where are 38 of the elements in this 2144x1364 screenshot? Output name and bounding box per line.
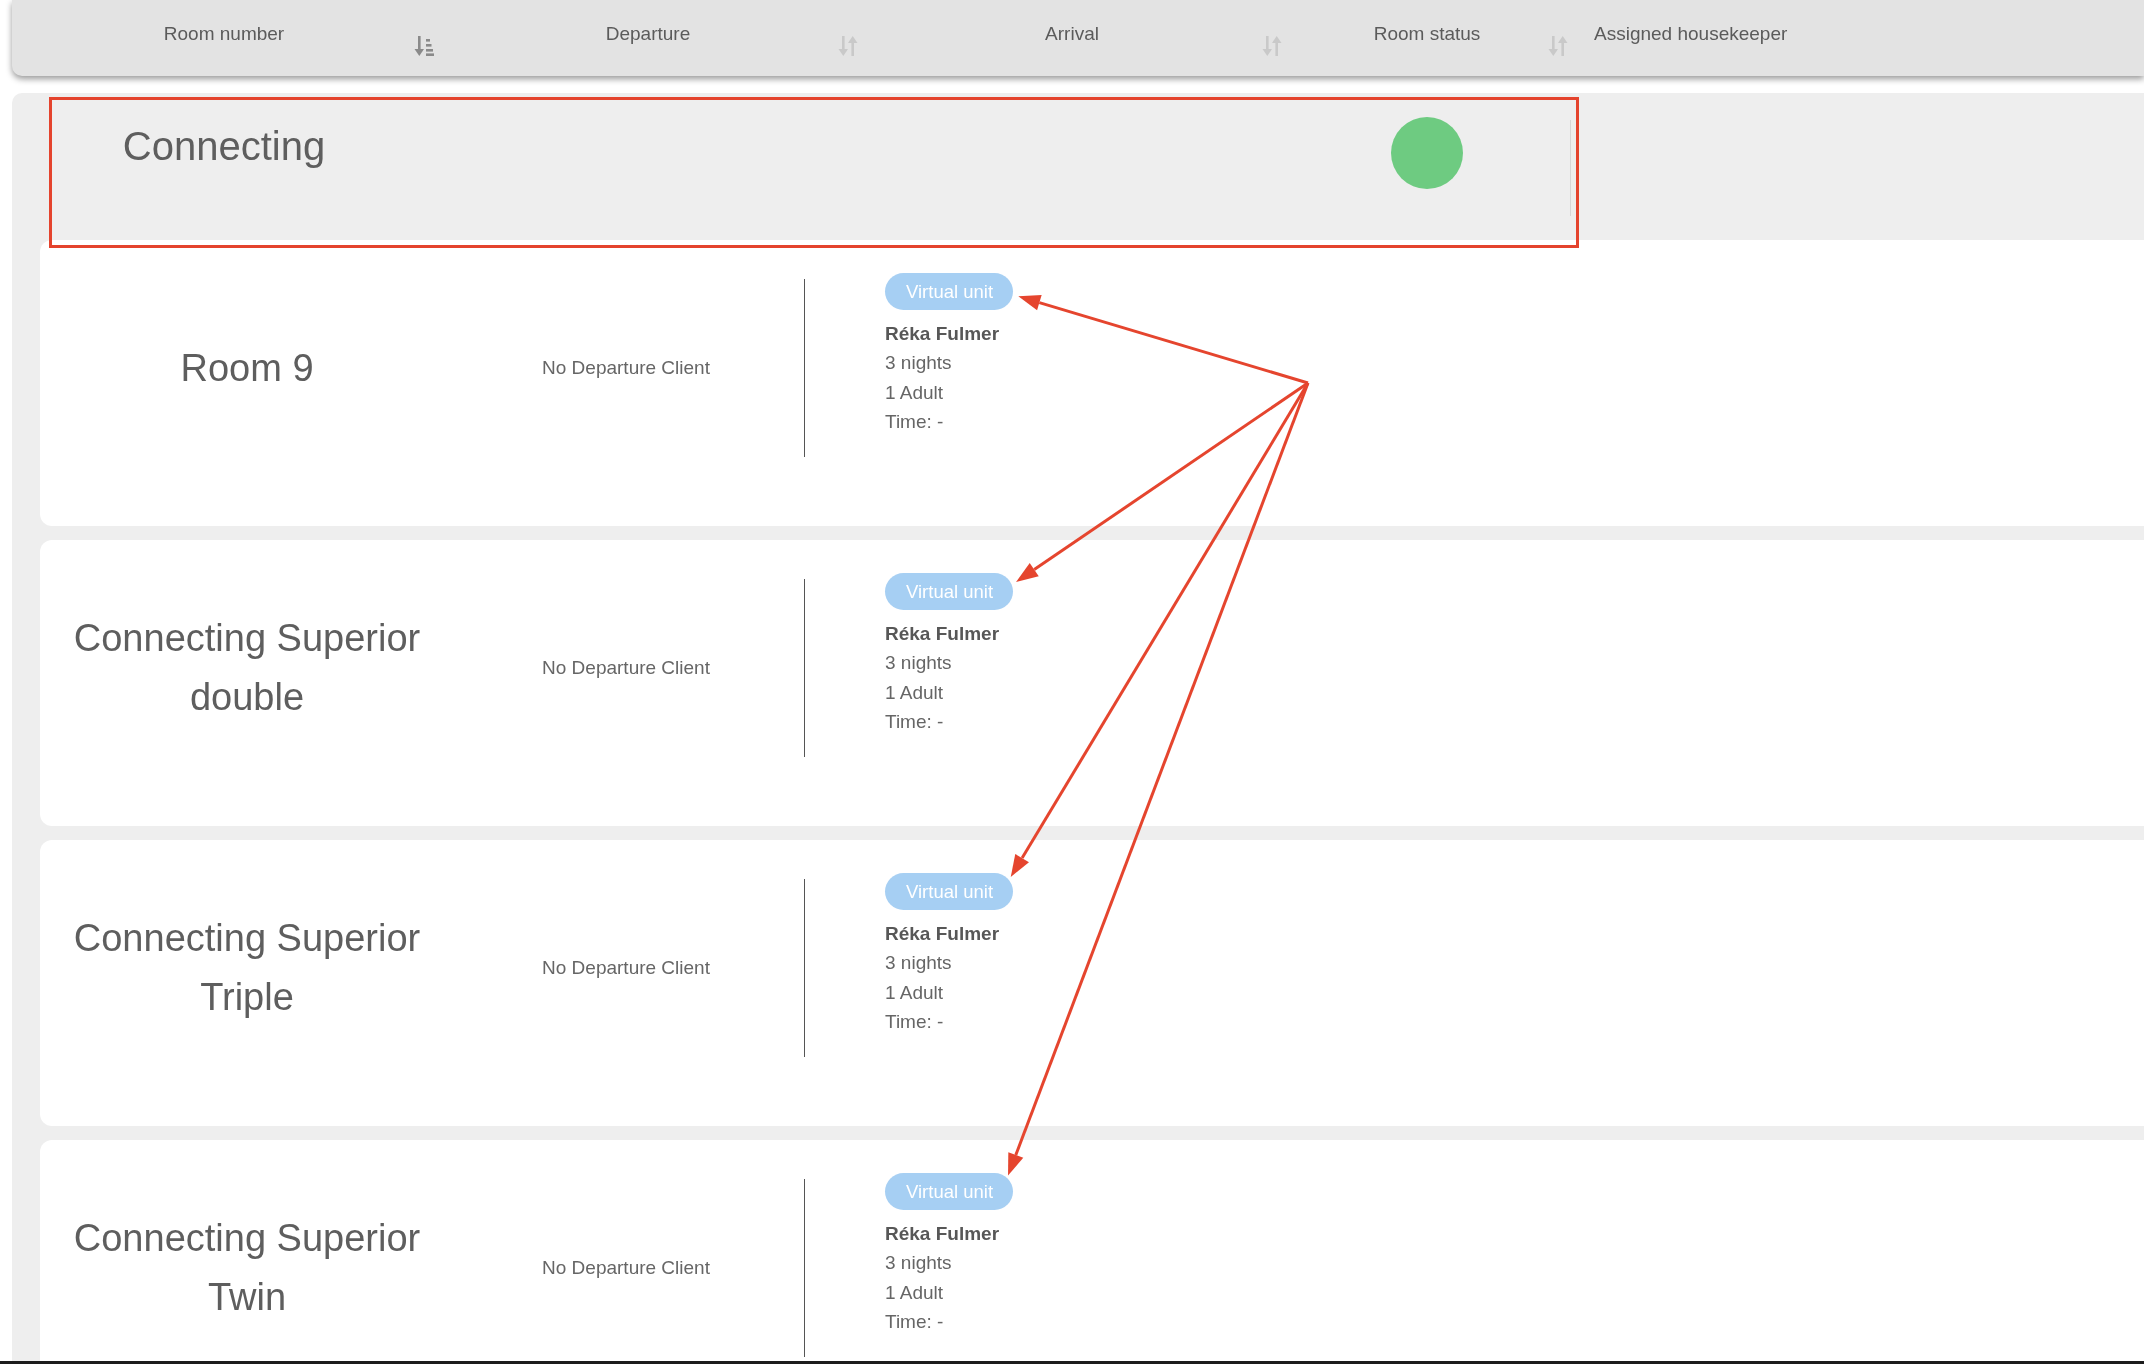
- unit-badge: Virtual unit: [885, 573, 1014, 610]
- occupancy-text: 1 Adult: [885, 680, 944, 705]
- occupancy-text: 1 Adult: [885, 1280, 944, 1305]
- room-name: Connecting Superior Twin: [72, 1216, 422, 1320]
- nights-text: 3 nights: [885, 951, 952, 975]
- departure-text: No Departure Client: [542, 656, 710, 680]
- column-header[interactable]: Assigned housekeeper: [1594, 22, 1788, 46]
- departure-text: No Departure Client: [542, 1256, 710, 1280]
- unit-badge: Virtual unit: [885, 873, 1014, 910]
- occupancy-text: 1 Adult: [885, 380, 944, 405]
- nights-text: 3 nights: [885, 1251, 952, 1275]
- nights-text: 3 nights: [885, 351, 952, 375]
- column-header[interactable]: Departure: [605, 22, 691, 46]
- nights-text: 3 nights: [885, 651, 952, 675]
- sort-descending-icon[interactable]: [414, 35, 434, 57]
- column-header[interactable]: Room number: [163, 22, 285, 46]
- arrival-time: Time: -: [885, 1310, 944, 1334]
- guest-name: Réka Fulmer: [885, 621, 1000, 646]
- arrival-time: Time: -: [885, 710, 944, 734]
- occupancy-text: 1 Adult: [885, 980, 944, 1005]
- sort-arrows-icon[interactable]: [1548, 35, 1568, 57]
- room-name: Connecting Superior double: [72, 616, 422, 720]
- column-header[interactable]: Arrival: [1045, 22, 1099, 46]
- room-name: Room 9: [180, 345, 314, 391]
- arrival-time: Time: -: [885, 1010, 944, 1034]
- guest-name: Réka Fulmer: [885, 921, 1000, 946]
- column-header[interactable]: Room status: [1373, 22, 1481, 46]
- unit-badge: Virtual unit: [885, 273, 1014, 310]
- sort-arrows-icon[interactable]: [838, 35, 858, 57]
- departure-text: No Departure Client: [542, 956, 710, 980]
- unit-badge: Virtual unit: [885, 1173, 1014, 1210]
- group-name: Connecting: [122, 123, 326, 170]
- departure-text: No Departure Client: [542, 356, 710, 380]
- sort-arrows-icon[interactable]: [1262, 35, 1282, 57]
- guest-name: Réka Fulmer: [885, 1221, 1000, 1246]
- room-name: Connecting Superior Triple: [72, 916, 422, 1020]
- arrival-time: Time: -: [885, 410, 944, 434]
- guest-name: Réka Fulmer: [885, 321, 1000, 346]
